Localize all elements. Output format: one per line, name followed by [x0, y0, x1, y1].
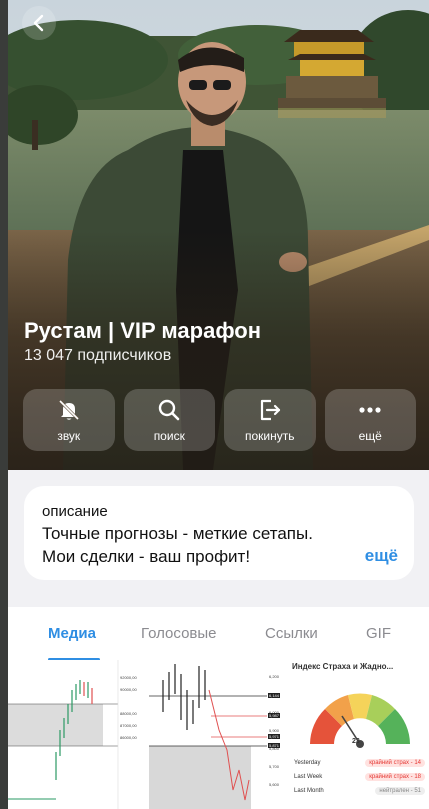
media-thumbnail-1[interactable]: 92000,00 90000,00 88000,00 87000,00 8600…	[8, 660, 147, 809]
fear-greed-value: 23	[352, 738, 360, 745]
media-thumbnail-3[interactable]: Индекс Страха и Жадно... 23 Yesterday кр…	[290, 660, 429, 809]
search-icon	[159, 399, 180, 421]
axis-tick: 87000,00	[120, 723, 137, 728]
sound-label: звук	[57, 429, 81, 443]
window-edge	[0, 0, 8, 809]
price-tag: 5,987	[268, 713, 281, 718]
tab-gif[interactable]: GIF	[366, 625, 391, 642]
action-bar: звук поиск покинуть ещё	[23, 389, 416, 451]
price-tag: 5,971	[268, 734, 281, 739]
description-label: описание	[42, 503, 108, 520]
back-button[interactable]	[22, 6, 56, 40]
leave-button[interactable]: покинуть	[224, 389, 316, 451]
more-button[interactable]: ещё	[324, 389, 416, 451]
channel-title: Рустам | VIP марафон	[24, 318, 262, 343]
leave-icon	[260, 399, 280, 421]
leave-label: покинуть	[245, 429, 295, 443]
description-more-link[interactable]: ещё	[365, 546, 398, 566]
channel-info-screen: Рустам | VIP марафон 13 047 подписчиков …	[8, 0, 429, 809]
more-icon	[359, 407, 381, 413]
axis-tick: 92000,00	[120, 675, 137, 680]
chevron-left-icon	[33, 14, 44, 32]
price-tag: 5,871	[268, 743, 281, 748]
sound-button[interactable]: звук	[23, 389, 115, 451]
fg-row-label: Last Week	[294, 774, 323, 780]
chart2-axis: 6,200 6,100 6,000 5,900 5,800 5,700 5,60…	[269, 668, 288, 794]
axis-tick: 6,200	[269, 674, 280, 679]
axis-tick: 90000,00	[120, 687, 137, 692]
bell-off-icon	[58, 399, 79, 421]
axis-tick: 5,600	[269, 782, 280, 787]
fg-row-label: Yesterday	[294, 760, 321, 766]
search-label: поиск	[153, 429, 185, 443]
price-tag: 6,144	[268, 693, 281, 698]
axis-tick: 5,700	[269, 764, 280, 769]
axis-tick: 86000,00	[120, 735, 137, 740]
media-thumbnail-2[interactable]: 6,200 6,100 6,000 5,900 5,800 5,700 5,60…	[149, 660, 288, 809]
search-button[interactable]: поиск	[123, 389, 215, 451]
fg-row-value: крайний страх - 14	[365, 759, 425, 767]
axis-tick: 88000,00	[120, 711, 137, 716]
fear-greed-title: Индекс Страха и Жадно...	[292, 662, 394, 671]
fg-row-value: нейтрален - 51	[375, 787, 425, 795]
tab-voice[interactable]: Голосовые	[141, 625, 217, 642]
channel-header: Рустам | VIP марафон 13 047 подписчиков …	[8, 0, 429, 470]
fg-row-value: крайний страх - 18	[365, 773, 425, 781]
fg-row-label: Last Month	[294, 788, 324, 794]
description-line-1: Точные прогнозы - меткие сетапы.	[42, 524, 313, 543]
chart1-axis: 92000,00 90000,00 88000,00 87000,00 8600…	[120, 672, 147, 744]
subscriber-count: 13 047 подписчиков	[24, 347, 172, 364]
description-card: описание Точные прогнозы - меткие сетапы…	[24, 486, 414, 580]
tab-links[interactable]: Ссылки	[265, 625, 318, 642]
description-line-2: Мои сделки - ваш профит!	[42, 547, 251, 566]
tab-media[interactable]: Медиа	[48, 625, 96, 642]
more-label: ещё	[358, 429, 382, 443]
